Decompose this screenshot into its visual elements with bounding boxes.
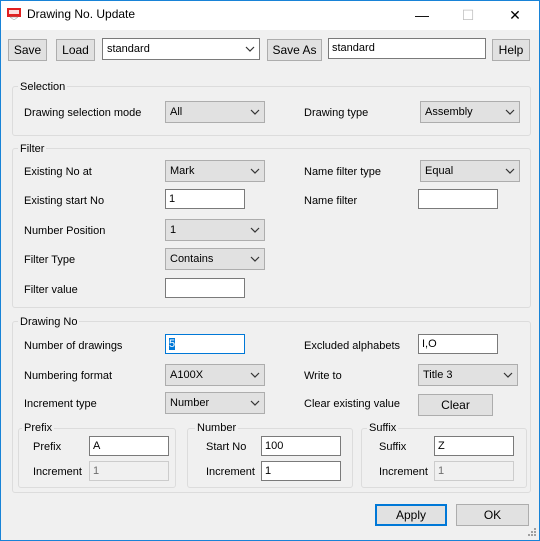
window-title: Drawing No. Update [27, 7, 136, 21]
write-to-value: Title 3 [423, 369, 453, 381]
save-as-name-field[interactable]: standard [328, 38, 486, 59]
drawing-type-value: Assembly [425, 106, 473, 118]
excluded-alphabets-label: Excluded alphabets [304, 340, 401, 352]
drawing-selection-mode-value: All [170, 106, 183, 118]
start-no-field[interactable]: 100 [261, 436, 341, 456]
chevron-down-icon [503, 365, 513, 385]
load-config-value: standard [107, 43, 150, 55]
resize-grip-icon[interactable] [525, 525, 537, 540]
suffix-increment-label: Increment [379, 466, 428, 478]
existing-no-at-select[interactable]: Mark [165, 160, 265, 182]
name-filter-type-value: Equal [425, 165, 454, 177]
number-position-label: Number Position [24, 225, 106, 237]
chevron-down-icon [250, 365, 260, 385]
chevron-down-icon [250, 393, 260, 413]
chevron-down-icon [250, 102, 260, 122]
prefix-increment-field[interactable]: 1 [89, 461, 169, 481]
increment-type-value: Number [170, 397, 210, 409]
filter-value-field[interactable] [165, 278, 245, 298]
drawing-type-label: Drawing type [304, 107, 369, 119]
number-of-drawings-value: 5 [169, 338, 176, 350]
drawing-selection-mode-select[interactable]: All [165, 101, 265, 123]
drawing-no-group-title: Drawing No [18, 316, 80, 328]
prefix-label: Prefix [33, 441, 62, 453]
prefix-group-title: Prefix [22, 422, 55, 434]
numbering-format-label: Numbering format [24, 370, 113, 382]
save-button[interactable]: Save [8, 39, 47, 61]
dialog-window: Drawing No. Update — ☐ ✕ Save Load stand… [0, 0, 540, 541]
drawing-type-select[interactable]: Assembly [420, 101, 520, 123]
chevron-down-icon [250, 161, 260, 181]
number-position-select[interactable]: 1 [165, 219, 265, 241]
chevron-down-icon [505, 102, 515, 122]
excluded-alphabets-field[interactable]: I,O [418, 334, 498, 354]
filter-value-label: Filter value [24, 284, 78, 296]
clear-button[interactable]: Clear [418, 394, 493, 416]
ok-button[interactable]: OK [456, 504, 529, 526]
load-button[interactable]: Load [56, 39, 95, 61]
apply-button[interactable]: Apply [375, 504, 447, 526]
chevron-down-icon [505, 161, 515, 181]
number-position-value: 1 [170, 224, 177, 236]
name-filter-label: Name filter [304, 195, 358, 207]
load-config-select[interactable]: standard [102, 38, 260, 60]
write-to-label: Write to [304, 370, 342, 382]
existing-start-no-field[interactable]: 1 [165, 189, 245, 209]
title-bar[interactable]: Drawing No. Update — ☐ ✕ [1, 1, 539, 30]
app-icon [7, 8, 21, 21]
numbering-format-value: A100X [170, 369, 204, 381]
drawing-selection-mode-label: Drawing selection mode [24, 107, 142, 119]
start-no-label: Start No [206, 441, 247, 453]
existing-no-at-label: Existing No at [24, 166, 92, 178]
number-group-title: Number [195, 422, 239, 434]
number-increment-label: Increment [206, 466, 255, 478]
filter-group-title: Filter [18, 143, 47, 155]
suffix-field[interactable]: Z [434, 436, 514, 456]
chevron-down-icon [250, 220, 260, 240]
name-filter-field[interactable] [418, 189, 498, 209]
selection-group-title: Selection [18, 81, 68, 93]
close-button[interactable]: ✕ [492, 1, 538, 30]
chevron-down-icon [250, 249, 260, 269]
name-filter-type-label: Name filter type [304, 166, 382, 178]
existing-no-at-value: Mark [170, 165, 195, 177]
existing-start-no-label: Existing start No [24, 195, 105, 207]
number-of-drawings-label: Number of drawings [24, 340, 123, 352]
prefix-increment-label: Increment [33, 466, 82, 478]
save-as-button[interactable]: Save As [267, 39, 322, 61]
number-of-drawings-field[interactable]: 5 [165, 334, 245, 354]
write-to-select[interactable]: Title 3 [418, 364, 518, 386]
minimize-button[interactable]: — [399, 1, 445, 30]
name-filter-type-select[interactable]: Equal [420, 160, 520, 182]
filter-type-value: Contains [170, 253, 214, 265]
increment-type-label: Increment type [24, 398, 97, 410]
increment-type-select[interactable]: Number [165, 392, 265, 414]
chevron-down-icon [245, 39, 255, 59]
help-button[interactable]: Help [492, 39, 530, 61]
maximize-button[interactable]: ☐ [445, 1, 491, 30]
suffix-label: Suffix [379, 441, 407, 453]
suffix-increment-field[interactable]: 1 [434, 461, 514, 481]
filter-type-select[interactable]: Contains [165, 248, 265, 270]
filter-type-label: Filter Type [24, 254, 76, 266]
clear-existing-value-label: Clear existing value [304, 398, 400, 410]
number-increment-field[interactable]: 1 [261, 461, 341, 481]
prefix-field[interactable]: A [89, 436, 169, 456]
numbering-format-select[interactable]: A100X [165, 364, 265, 386]
suffix-group-title: Suffix [367, 422, 399, 434]
